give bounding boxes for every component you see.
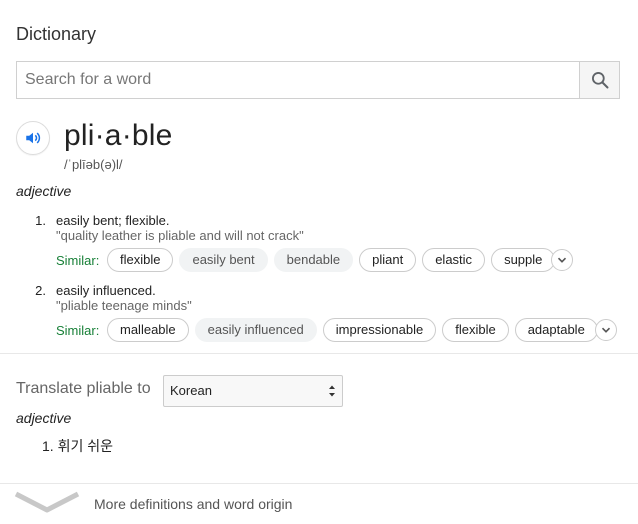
translation-number: 1. bbox=[42, 438, 54, 454]
search-input[interactable] bbox=[17, 62, 581, 98]
divider bbox=[0, 483, 638, 484]
sense-example: "quality leather is pliable and will not… bbox=[56, 228, 304, 243]
more-definitions-link[interactable]: More definitions and word origin bbox=[94, 496, 292, 512]
sense-number: 2. bbox=[35, 283, 46, 298]
translation-text: 휘기 쉬운 bbox=[57, 438, 113, 454]
search-button[interactable] bbox=[579, 62, 619, 98]
sense-example: "pliable teenage minds" bbox=[56, 298, 192, 313]
similar-label: Similar: bbox=[56, 253, 100, 268]
part-of-speech: adjective bbox=[16, 183, 72, 199]
similar-words-list: flexible easily bent bendable pliant ela… bbox=[107, 248, 556, 272]
expand-similar-button[interactable] bbox=[595, 319, 617, 341]
select-arrows-icon bbox=[329, 385, 335, 397]
translation-item: 1. 휘기 쉬운 bbox=[42, 436, 113, 456]
similar-chip[interactable]: flexible bbox=[107, 248, 174, 272]
language-select-value: Korean bbox=[170, 383, 212, 398]
sense-definition: easily influenced. bbox=[56, 283, 156, 298]
search-bar bbox=[16, 61, 620, 99]
chevron-down-icon bbox=[14, 491, 80, 513]
similar-chip[interactable]: flexible bbox=[442, 318, 509, 342]
search-icon bbox=[591, 72, 608, 89]
sense-number: 1. bbox=[35, 213, 46, 228]
pronunciation-button[interactable] bbox=[16, 121, 50, 155]
expand-similar-button[interactable] bbox=[551, 249, 573, 271]
more-definitions-toggle[interactable] bbox=[14, 490, 80, 521]
translate-label: Translate pliable to bbox=[16, 380, 151, 397]
divider bbox=[0, 353, 638, 354]
similar-chip[interactable]: pliant bbox=[359, 248, 417, 272]
sense-definition: easily bent; flexible. bbox=[56, 213, 170, 228]
similar-chip[interactable]: elastic bbox=[422, 248, 486, 272]
similar-chip[interactable]: easily bent bbox=[179, 248, 268, 272]
language-select[interactable]: Korean bbox=[163, 375, 343, 407]
similar-words-list: malleable easily influenced impressionab… bbox=[107, 318, 598, 342]
chevron-down-icon bbox=[557, 257, 567, 263]
phonetic: /ˈplīəb(ə)l/ bbox=[64, 157, 123, 172]
similar-chip[interactable]: impressionable bbox=[322, 318, 437, 342]
similar-chip[interactable]: easily influenced bbox=[194, 318, 317, 342]
similar-chip[interactable]: bendable bbox=[273, 248, 354, 272]
similar-chip[interactable]: supple bbox=[491, 248, 556, 272]
speaker-icon bbox=[26, 132, 41, 144]
headword: pli·a·ble bbox=[64, 119, 173, 152]
similar-chip[interactable]: malleable bbox=[107, 318, 189, 342]
similar-chip[interactable]: adaptable bbox=[514, 318, 598, 342]
translation-part-of-speech: adjective bbox=[16, 410, 72, 426]
page-title: Dictionary bbox=[16, 24, 97, 44]
similar-label: Similar: bbox=[56, 323, 100, 338]
chevron-down-icon bbox=[601, 327, 611, 333]
